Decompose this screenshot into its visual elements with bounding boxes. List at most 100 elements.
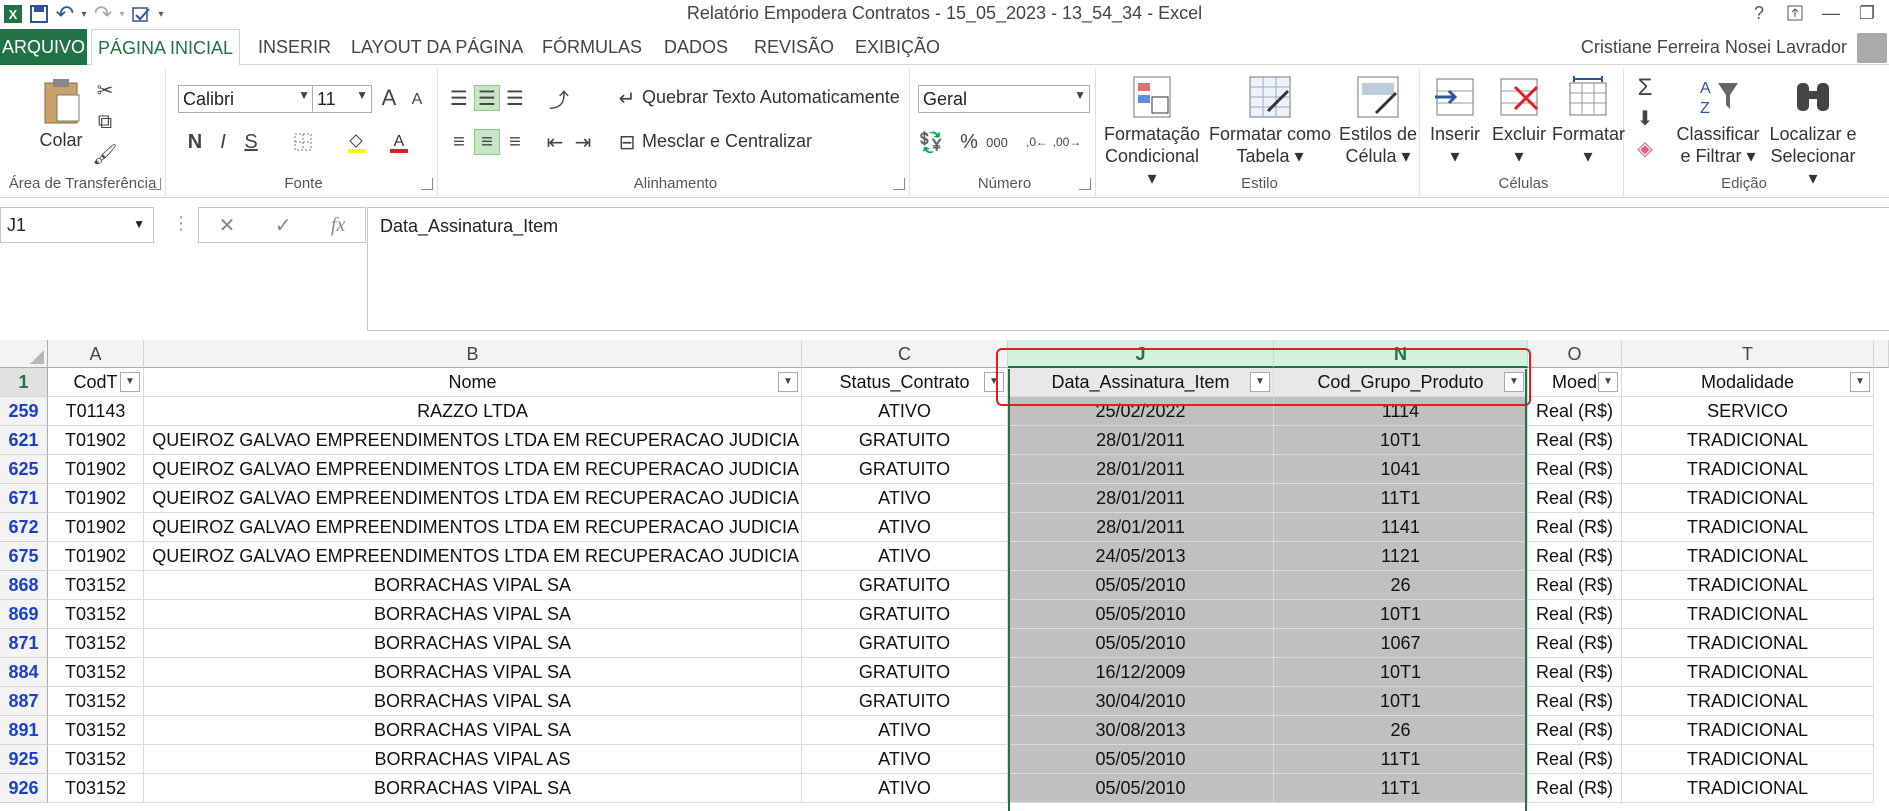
- table-cell[interactable]: TRADICIONAL: [1622, 542, 1874, 571]
- table-cell[interactable]: T01902: [48, 455, 144, 484]
- table-cell[interactable]: TRADICIONAL: [1622, 774, 1874, 803]
- table-cell[interactable]: BORRACHAS VIPAL SA: [144, 774, 802, 803]
- decrease-indent-icon[interactable]: ⇤: [542, 129, 568, 155]
- copy-icon[interactable]: ⧉: [92, 109, 118, 135]
- table-cell[interactable]: 10T1: [1274, 687, 1528, 716]
- table-cell[interactable]: BORRACHAS VIPAL SA: [144, 658, 802, 687]
- row-header[interactable]: 871: [0, 629, 48, 658]
- table-cell[interactable]: Real (R$): [1528, 426, 1622, 455]
- wrap-text-button[interactable]: Quebrar Texto Automaticamente: [642, 87, 900, 108]
- cancel-formula-icon[interactable]: ✕: [219, 213, 236, 238]
- enter-formula-icon[interactable]: ✓: [275, 213, 292, 238]
- table-cell[interactable]: 05/05/2010: [1008, 629, 1274, 658]
- row-header[interactable]: 884: [0, 658, 48, 687]
- table-cell[interactable]: QUEIROZ GALVAO EMPREENDIMENTOS LTDA EM R…: [144, 542, 802, 571]
- align-center-icon[interactable]: ≡: [474, 129, 500, 155]
- tab-inserir[interactable]: INSERIR: [252, 29, 337, 65]
- table-cell[interactable]: T01902: [48, 542, 144, 571]
- table-cell[interactable]: GRATUITO: [802, 600, 1008, 629]
- formula-input[interactable]: Data_Assinatura_Item: [367, 207, 1889, 331]
- table-cell[interactable]: T03152: [48, 774, 144, 803]
- table-cell[interactable]: GRATUITO: [802, 455, 1008, 484]
- table-cell[interactable]: 05/05/2010: [1008, 600, 1274, 629]
- table-cell[interactable]: TRADICIONAL: [1622, 658, 1874, 687]
- column-header-b[interactable]: B: [144, 340, 802, 368]
- table-cell[interactable]: Real (R$): [1528, 687, 1622, 716]
- row-header[interactable]: 671: [0, 484, 48, 513]
- table-cell[interactable]: ATIVO: [802, 542, 1008, 571]
- table-cell[interactable]: TRADICIONAL: [1622, 716, 1874, 745]
- table-cell[interactable]: T03152: [48, 687, 144, 716]
- table-cell[interactable]: T03152: [48, 745, 144, 774]
- row-header[interactable]: 891: [0, 716, 48, 745]
- insert-cells-button[interactable]: Inserir ▾: [1424, 75, 1486, 167]
- sort-filter-button[interactable]: AZ Classificar e Filtrar ▾: [1672, 75, 1764, 167]
- filter-dropdown-icon[interactable]: ▼: [1850, 372, 1870, 392]
- table-cell[interactable]: 28/01/2011: [1008, 426, 1274, 455]
- table-cell[interactable]: GRATUITO: [802, 658, 1008, 687]
- table-cell[interactable]: GRATUITO: [802, 629, 1008, 658]
- column-header-a[interactable]: A: [48, 340, 144, 368]
- table-cell[interactable]: Real (R$): [1528, 513, 1622, 542]
- table-cell[interactable]: 24/05/2013: [1008, 542, 1274, 571]
- ribbon-display-options-button[interactable]: [1777, 0, 1813, 26]
- filter-dropdown-icon[interactable]: ▼: [1598, 372, 1618, 392]
- header-cell-n[interactable]: Cod_Grupo_Produto ▼: [1274, 368, 1528, 397]
- row-header[interactable]: 925: [0, 745, 48, 774]
- fill-color-icon[interactable]: [344, 129, 370, 155]
- table-cell[interactable]: Real (R$): [1528, 745, 1622, 774]
- table-cell[interactable]: 1067: [1274, 629, 1528, 658]
- align-right-icon[interactable]: ≡: [502, 129, 528, 155]
- insert-function-button[interactable]: fx: [331, 214, 345, 237]
- table-cell[interactable]: 05/05/2010: [1008, 774, 1274, 803]
- table-cell[interactable]: BORRACHAS VIPAL SA: [144, 629, 802, 658]
- tab-pagina-inicial[interactable]: PÁGINA INICIAL: [91, 29, 241, 66]
- shrink-font-button[interactable]: A: [404, 87, 430, 113]
- table-cell[interactable]: SERVICO: [1622, 397, 1874, 426]
- table-cell[interactable]: Real (R$): [1528, 629, 1622, 658]
- table-cell[interactable]: 10T1: [1274, 600, 1528, 629]
- column-header-t[interactable]: T: [1622, 340, 1874, 368]
- table-cell[interactable]: RAZZO LTDA: [144, 397, 802, 426]
- row-header[interactable]: 868: [0, 571, 48, 600]
- italic-button[interactable]: I: [210, 129, 236, 155]
- table-cell[interactable]: 28/01/2011: [1008, 455, 1274, 484]
- table-cell[interactable]: 1114: [1274, 397, 1528, 426]
- table-cell[interactable]: BORRACHAS VIPAL SA: [144, 600, 802, 629]
- row-header[interactable]: 887: [0, 687, 48, 716]
- number-launcher-icon[interactable]: [1079, 178, 1091, 190]
- name-box[interactable]: J1 ▼: [0, 207, 154, 243]
- table-cell[interactable]: 28/01/2011: [1008, 513, 1274, 542]
- table-cell[interactable]: Real (R$): [1528, 455, 1622, 484]
- table-cell[interactable]: GRATUITO: [802, 687, 1008, 716]
- filter-dropdown-icon[interactable]: ▼: [984, 372, 1004, 392]
- table-cell[interactable]: BORRACHAS VIPAL AS: [144, 745, 802, 774]
- align-top-icon[interactable]: ☰: [446, 85, 472, 111]
- table-cell[interactable]: QUEIROZ GALVAO EMPREENDIMENTOS LTDA EM R…: [144, 426, 802, 455]
- table-cell[interactable]: QUEIROZ GALVAO EMPREENDIMENTOS LTDA EM R…: [144, 455, 802, 484]
- restore-button[interactable]: ❐: [1849, 0, 1885, 26]
- table-cell[interactable]: T03152: [48, 629, 144, 658]
- table-cell[interactable]: TRADICIONAL: [1622, 513, 1874, 542]
- grow-font-button[interactable]: A: [376, 85, 402, 111]
- header-cell-o[interactable]: Moed ▼: [1528, 368, 1622, 397]
- table-cell[interactable]: QUEIROZ GALVAO EMPREENDIMENTOS LTDA EM R…: [144, 513, 802, 542]
- alignment-launcher-icon[interactable]: [893, 178, 905, 190]
- header-cell-t[interactable]: Modalidade ▼: [1622, 368, 1874, 397]
- table-cell[interactable]: T01902: [48, 426, 144, 455]
- table-cell[interactable]: 1041: [1274, 455, 1528, 484]
- table-cell[interactable]: TRADICIONAL: [1622, 426, 1874, 455]
- table-cell[interactable]: 16/12/2009: [1008, 658, 1274, 687]
- table-cell[interactable]: GRATUITO: [802, 571, 1008, 600]
- table-cell[interactable]: T01902: [48, 513, 144, 542]
- table-cell[interactable]: Real (R$): [1528, 397, 1622, 426]
- table-cell[interactable]: TRADICIONAL: [1622, 687, 1874, 716]
- table-cell[interactable]: Real (R$): [1528, 571, 1622, 600]
- paste-button[interactable]: Colar: [30, 77, 92, 151]
- table-cell[interactable]: 25/02/2022: [1008, 397, 1274, 426]
- table-cell[interactable]: ATIVO: [802, 716, 1008, 745]
- avatar[interactable]: [1857, 33, 1887, 63]
- tab-layout-da-pagina[interactable]: LAYOUT DA PÁGINA: [345, 29, 529, 65]
- merge-center-button[interactable]: Mesclar e Centralizar: [642, 131, 812, 152]
- table-cell[interactable]: ATIVO: [802, 513, 1008, 542]
